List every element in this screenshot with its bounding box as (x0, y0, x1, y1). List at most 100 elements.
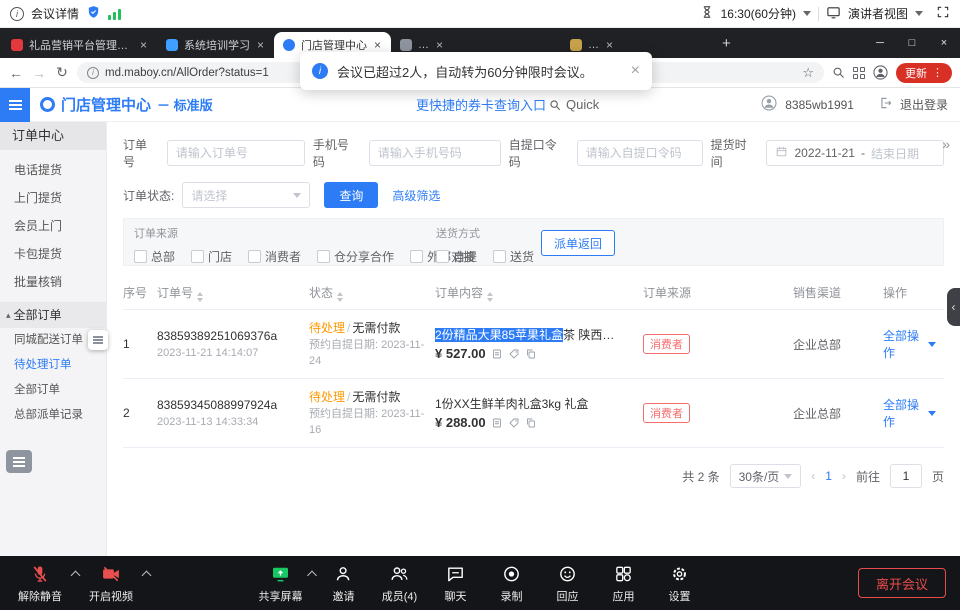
date-start[interactable]: 2022-11-21 (794, 146, 855, 160)
tab-close-icon[interactable]: × (373, 38, 382, 52)
start-video-button[interactable]: 开启视频 (83, 563, 139, 604)
pickup-date-range[interactable]: 2022-11-21 - 结束日期 (766, 140, 944, 166)
site-info-icon[interactable]: i (87, 67, 99, 79)
mic-options-chevron[interactable] (71, 570, 81, 580)
reactions-button[interactable]: 回应 (540, 563, 596, 604)
checkbox-source-warehouse-coop[interactable]: 仓分享合作 (317, 248, 394, 265)
page-size-select[interactable]: 30条/页 (730, 464, 802, 488)
order-status-select[interactable]: 请选择 (182, 182, 310, 208)
prev-page-button[interactable]: ‹ (811, 469, 815, 483)
checkbox-icon[interactable] (493, 250, 506, 263)
col-order-no[interactable]: 订单号 (157, 284, 309, 302)
col-content[interactable]: 订单内容 (435, 284, 643, 302)
user-avatar-icon[interactable] (760, 94, 778, 115)
apps-button[interactable]: 应用 (596, 563, 652, 604)
sidebar-item-all-orders[interactable]: 全部订单 (0, 378, 106, 403)
col-status[interactable]: 状态 (309, 284, 435, 302)
record-button[interactable]: 录制 (484, 563, 540, 604)
sidebar-group-all-orders[interactable]: ▴ 全部订单 (0, 302, 106, 328)
tab-close-icon[interactable]: × (605, 38, 614, 52)
sidebar-item-pending-orders[interactable]: 待处理订单 (0, 353, 106, 378)
sidebar-item-hq-dispatch-records[interactable]: 总部派单记录 (0, 403, 106, 428)
floating-list-widget[interactable] (6, 450, 32, 473)
checkbox-delivery-deliver[interactable]: 送货 (493, 248, 534, 265)
fullscreen-icon[interactable] (936, 5, 950, 22)
sidebar-item-phone-pickup[interactable]: 电话提货 (0, 156, 106, 184)
tab-close-icon[interactable]: × (256, 38, 265, 52)
all-actions-dropdown[interactable]: 全部操作 (883, 327, 936, 361)
goto-page-input[interactable] (890, 464, 922, 488)
sidebar-item-card-pickup[interactable]: 卡包提货 (0, 240, 106, 268)
camera-options-chevron[interactable] (142, 570, 152, 580)
sidebar-toggle-button[interactable] (0, 88, 30, 122)
checkbox-source-consumer[interactable]: 消费者 (248, 248, 301, 265)
browser-menu-icon[interactable]: ⋮ (932, 66, 943, 79)
app-logo[interactable]: 门店管理中心 － 标准版 (40, 94, 213, 115)
date-end-placeholder[interactable]: 结束日期 (871, 145, 919, 162)
meeting-timer[interactable]: 16:30(60分钟) (721, 5, 796, 22)
members-button[interactable]: 成员(4) (372, 563, 428, 604)
unmute-button[interactable]: 解除静音 (12, 563, 68, 604)
toast-close-icon[interactable]: × (631, 62, 640, 80)
checkbox-source-hq[interactable]: 总部 (134, 248, 175, 265)
sort-icon[interactable] (337, 292, 343, 302)
current-page[interactable]: 1 (825, 469, 832, 483)
quick-search[interactable]: Quick (548, 97, 599, 112)
all-actions-dropdown[interactable]: 全部操作 (883, 396, 936, 430)
sort-icon[interactable] (197, 292, 203, 302)
sort-icon[interactable] (487, 292, 493, 302)
profile-icon[interactable] (872, 64, 889, 81)
pickup-code-input[interactable] (577, 140, 703, 166)
share-screen-button[interactable]: 共享屏幕 (253, 563, 309, 604)
checkbox-icon[interactable] (317, 250, 330, 263)
forward-button[interactable]: → (31, 65, 47, 81)
window-maximize-button[interactable]: □ (896, 37, 928, 49)
timer-dropdown-icon[interactable] (803, 11, 811, 16)
search-button[interactable]: 查询 (324, 182, 378, 208)
view-mode-label[interactable]: 演讲者视图 (848, 5, 908, 22)
sidebar-item-batch-verify[interactable]: 批量核销 (0, 268, 106, 296)
checkbox-icon[interactable] (191, 250, 204, 263)
reload-button[interactable]: ↻ (54, 64, 70, 81)
window-close-button[interactable]: × (928, 37, 960, 49)
new-tab-button[interactable]: + (711, 35, 742, 52)
order-no-input[interactable] (167, 140, 305, 166)
tag-icon[interactable] (508, 348, 520, 360)
back-button[interactable]: ← (8, 65, 24, 81)
view-dropdown-icon[interactable] (915, 11, 923, 16)
collapse-filters-icon[interactable]: » (942, 136, 950, 152)
invite-button[interactable]: 邀请 (316, 563, 372, 604)
checkbox-icon[interactable] (248, 250, 261, 263)
logout-icon[interactable] (879, 96, 893, 113)
checkbox-icon[interactable] (436, 250, 449, 263)
security-shield-icon[interactable] (86, 4, 101, 23)
coupon-query-link[interactable]: 更快捷的券卡查询入口 (416, 95, 546, 114)
chat-button[interactable]: 聊天 (428, 563, 484, 604)
tag-icon[interactable] (508, 417, 520, 429)
sidebar-item-door-pickup[interactable]: 上门提货 (0, 184, 106, 212)
sidebar-collapse-handle[interactable] (88, 330, 108, 350)
bookmark-star-icon[interactable]: ☆ (802, 65, 814, 81)
dispatch-return-button[interactable]: 派单返回 (541, 230, 615, 256)
checkbox-delivery-selfpickup[interactable]: 自提 (436, 248, 477, 265)
window-minimize-button[interactable]: ─ (864, 37, 896, 49)
meeting-details-label[interactable]: 会议详情 (31, 5, 79, 22)
receipt-icon[interactable] (491, 348, 503, 360)
meeting-info-icon[interactable]: i (10, 7, 24, 21)
phone-input[interactable] (369, 140, 501, 166)
next-page-button[interactable]: › (842, 469, 846, 483)
search-icon[interactable] (831, 65, 846, 80)
logout-label[interactable]: 退出登录 (900, 96, 948, 113)
advanced-filter-link[interactable]: 高级筛选 (392, 187, 440, 204)
tab-close-icon[interactable]: × (435, 38, 444, 52)
browser-update-button[interactable]: 更新 ⋮ (896, 63, 952, 83)
checkbox-icon[interactable] (134, 250, 147, 263)
settings-button[interactable]: 设置 (652, 563, 708, 604)
browser-tab-2[interactable]: 系统培训学习 × (157, 32, 274, 58)
sidebar-item-member-visit[interactable]: 会员上门 (0, 212, 106, 240)
receipt-icon[interactable] (491, 417, 503, 429)
leave-meeting-button[interactable]: 离开会议 (858, 568, 946, 598)
extensions-icon[interactable] (853, 67, 865, 79)
browser-tab-1[interactable]: 礼品营销平台管理中心 × (2, 32, 157, 58)
tab-close-icon[interactable]: × (139, 38, 148, 52)
